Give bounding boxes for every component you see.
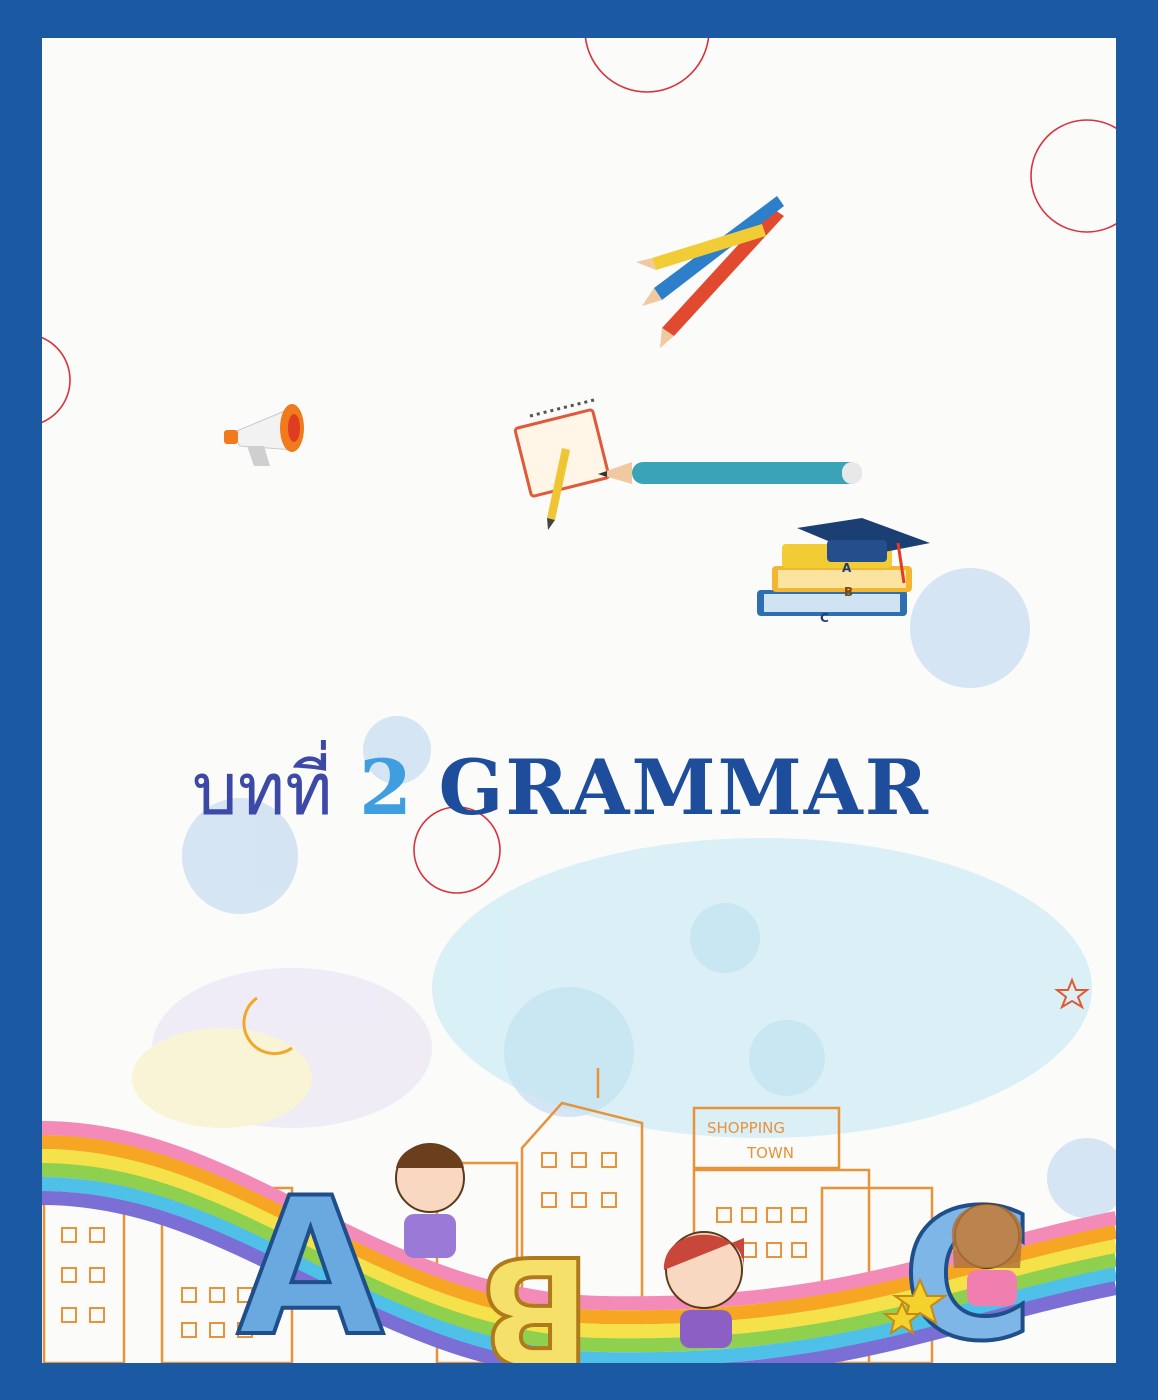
long-pencil-icon — [598, 462, 862, 484]
title-thai-chapter: บทที่ — [192, 747, 333, 831]
decorative-background: A B C SHOPPING TOWN A B — [42, 38, 1116, 1363]
shop-sign-line2: TOWN — [746, 1144, 794, 1162]
book-label-b: B — [844, 585, 853, 599]
letter-block-a: A — [237, 1157, 384, 1363]
letter-block-b: B — [478, 1222, 592, 1363]
megaphone-icon — [224, 404, 304, 466]
book-label-c: C — [820, 611, 829, 625]
page-frame: A B C SHOPPING TOWN A B บทที่ 2 GRAMMAR — [0, 0, 1158, 1400]
pencils-icon — [636, 196, 784, 348]
poster-canvas: A B C SHOPPING TOWN A B บทที่ 2 GRAMMAR — [42, 38, 1116, 1363]
title-grammar: GRAMMAR — [438, 743, 930, 832]
book-label-a: A — [842, 561, 852, 575]
title-chapter-number: 2 — [359, 743, 412, 832]
notepad-icon — [513, 398, 611, 530]
page-title: บทที่ 2 GRAMMAR — [192, 738, 1012, 838]
shop-sign-line1: SHOPPING — [707, 1119, 785, 1137]
boy-character — [395, 1143, 465, 1258]
